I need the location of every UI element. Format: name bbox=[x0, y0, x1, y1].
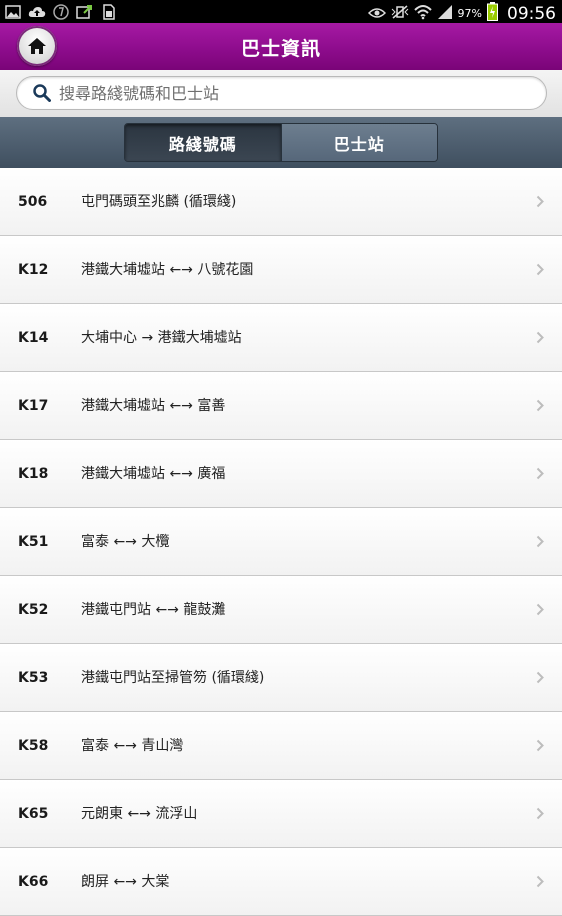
vibrate-mute-icon bbox=[391, 4, 409, 23]
cloud-upload-icon bbox=[28, 3, 46, 20]
search-input[interactable] bbox=[59, 77, 529, 109]
route-number: 506 bbox=[18, 194, 48, 210]
page-title: 巴士資訊 bbox=[240, 38, 321, 60]
clock: 09:56 bbox=[507, 3, 556, 24]
signal-icon bbox=[437, 4, 453, 24]
search-bar bbox=[0, 70, 562, 117]
chevron-right-icon bbox=[536, 807, 544, 820]
route-description: 大埔中心 → 港鐵大埔墟站 bbox=[81, 330, 242, 346]
chevron-right-icon bbox=[536, 875, 544, 888]
route-description: 元朗東 ←→ 流浮山 bbox=[81, 806, 198, 822]
chevron-right-icon bbox=[536, 467, 544, 480]
route-description: 港鐵大埔墟站 ←→ 富善 bbox=[81, 398, 226, 414]
route-description: 富泰 ←→ 青山灣 bbox=[81, 738, 184, 754]
list-item[interactable]: K66 朗屏 ←→ 大棠 bbox=[0, 848, 562, 916]
route-description: 港鐵大埔墟站 ←→ 八號花園 bbox=[81, 262, 254, 278]
tab-bus-stop[interactable]: 巴士站 bbox=[280, 124, 437, 161]
chevron-right-icon bbox=[536, 195, 544, 208]
route-description: 屯門碼頭至兆麟 (循環綫) bbox=[81, 194, 237, 210]
list-item[interactable]: K51 富泰 ←→ 大欖 bbox=[0, 508, 562, 576]
sim-card-icon bbox=[100, 3, 118, 20]
list-item[interactable]: K58 富泰 ←→ 青山灣 bbox=[0, 712, 562, 780]
list-item[interactable]: K12 港鐵大埔墟站 ←→ 八號花園 bbox=[0, 236, 562, 304]
wifi-icon bbox=[413, 4, 432, 24]
app-header: 巴士資訊 bbox=[0, 23, 562, 71]
chevron-right-icon bbox=[536, 331, 544, 344]
route-number: K58 bbox=[18, 738, 49, 754]
search-icon bbox=[33, 84, 51, 102]
tab-route-number[interactable]: 路綫號碼 bbox=[125, 124, 281, 161]
chevron-right-icon bbox=[536, 399, 544, 412]
route-number: K51 bbox=[18, 534, 49, 550]
route-description: 港鐵屯門站 ←→ 龍鼓灘 bbox=[81, 602, 226, 618]
share-notification-icon bbox=[76, 3, 94, 20]
list-item[interactable]: 506 屯門碼頭至兆麟 (循環綫) bbox=[0, 168, 562, 236]
status-bar: 97% 09:56 bbox=[0, 0, 562, 25]
segmented-control: 路綫號碼 巴士站 bbox=[124, 123, 438, 162]
list-item[interactable]: K53 港鐵屯門站至掃管笏 (循環綫) bbox=[0, 644, 562, 712]
route-description: 港鐵大埔墟站 ←→ 廣福 bbox=[81, 466, 226, 482]
route-description: 港鐵屯門站至掃管笏 (循環綫) bbox=[81, 670, 265, 686]
eye-icon bbox=[367, 4, 386, 23]
list-item[interactable]: K17 港鐵大埔墟站 ←→ 富善 bbox=[0, 372, 562, 440]
battery-percent: 97% bbox=[457, 7, 482, 20]
search-box[interactable] bbox=[16, 76, 547, 110]
tab-bar: 路綫號碼 巴士站 bbox=[0, 117, 562, 168]
chevron-right-icon bbox=[536, 739, 544, 752]
route-number: K66 bbox=[18, 874, 49, 890]
route-description: 朗屏 ←→ 大棠 bbox=[81, 874, 170, 890]
chevron-right-icon bbox=[536, 535, 544, 548]
route-number: K17 bbox=[18, 398, 49, 414]
chevron-right-icon bbox=[536, 603, 544, 616]
battery-charging-icon bbox=[487, 2, 498, 25]
gallery-notification-icon bbox=[4, 3, 22, 20]
route-number: K14 bbox=[18, 330, 49, 346]
route-number: K65 bbox=[18, 806, 49, 822]
chevron-right-icon bbox=[536, 671, 544, 684]
list-item[interactable]: K65 元朗東 ←→ 流浮山 bbox=[0, 780, 562, 848]
list-item[interactable]: K18 港鐵大埔墟站 ←→ 廣福 bbox=[0, 440, 562, 508]
route-number: K18 bbox=[18, 466, 49, 482]
route-description: 富泰 ←→ 大欖 bbox=[81, 534, 170, 550]
route-number: K53 bbox=[18, 670, 49, 686]
route-number: K12 bbox=[18, 262, 49, 278]
route-number: K52 bbox=[18, 602, 49, 618]
list-item[interactable]: K52 港鐵屯門站 ←→ 龍鼓灘 bbox=[0, 576, 562, 644]
sync-icon bbox=[52, 3, 70, 20]
chevron-right-icon bbox=[536, 263, 544, 276]
route-list: 506 屯門碼頭至兆麟 (循環綫) K12 港鐵大埔墟站 ←→ 八號花園 K14… bbox=[0, 168, 562, 916]
list-item[interactable]: K14 大埔中心 → 港鐵大埔墟站 bbox=[0, 304, 562, 372]
